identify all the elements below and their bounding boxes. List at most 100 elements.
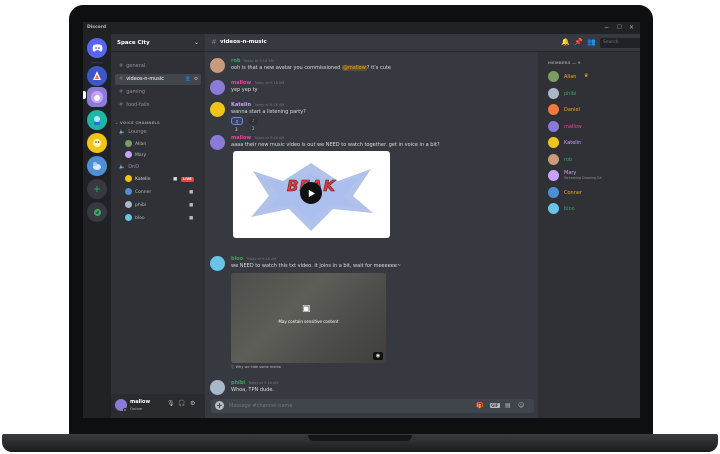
voice-member[interactable]: phibi ■ (125, 201, 203, 210)
server-icon-blue[interactable] (87, 156, 107, 176)
why-hidden-label: Why we hide some media (235, 365, 281, 369)
pin-icon[interactable]: 📌 (574, 38, 583, 47)
chevron-down-icon[interactable]: ⌄ (194, 39, 199, 46)
channel-food-fails[interactable]: # food-fails (115, 100, 201, 111)
members-header: MEMBERS — 9 (548, 60, 581, 65)
member-name: Katelin (564, 140, 582, 146)
channel-label: Lounge (128, 129, 147, 135)
avatar[interactable] (210, 135, 225, 150)
maximize-icon[interactable]: □ (617, 24, 622, 31)
add-server-icon[interactable]: + (87, 179, 107, 199)
gif-icon[interactable]: GIF (490, 403, 500, 408)
add-attachment-icon[interactable]: + (215, 401, 224, 410)
user-status: Online (130, 406, 143, 411)
member-item[interactable]: Mary Streaming Drawing Tut (548, 169, 638, 183)
member-item[interactable]: rob (548, 153, 638, 167)
channel-label: DnD (128, 164, 140, 170)
avatar[interactable] (210, 256, 225, 271)
voice-channel-lounge[interactable]: 🔈 Lounge (115, 127, 201, 138)
message-text-part: ooh is that a new avatar you commissione… (231, 65, 342, 71)
voice-member[interactable]: bloo ■ (125, 214, 203, 223)
rail-separator (91, 62, 103, 63)
video-camera-icon: ■ (189, 203, 194, 208)
server-icon-teal[interactable] (87, 110, 107, 130)
author-name: mallow (231, 135, 252, 141)
voice-member[interactable]: Conner ■ (125, 188, 203, 197)
avatar (548, 137, 559, 148)
member-item[interactable]: phibi (548, 87, 638, 101)
minimize-icon[interactable]: − (604, 24, 609, 31)
voice-member-name: Mary (135, 153, 147, 158)
avatar (548, 120, 559, 132)
avatar[interactable] (210, 102, 225, 117)
voice-member[interactable]: Katelin ■ LIVE (125, 175, 203, 184)
gear-icon[interactable]: ⚙ (194, 74, 198, 85)
channel-label: food-fails (126, 102, 150, 108)
speaker-icon: 🔈 (119, 129, 126, 135)
discord-home-icon[interactable] (87, 38, 107, 58)
member-name: Allan (564, 74, 577, 80)
member-item[interactable]: Daniel (548, 103, 638, 117)
message-composer[interactable]: + Message #channel-name 🎁 GIF ▤ ☺ (211, 399, 534, 413)
server-header[interactable]: Space City ⌄ (111, 34, 205, 52)
message-author[interactable]: rob Today at 9:18 AM (231, 58, 274, 64)
hash-icon: # (211, 38, 217, 46)
server-icon-space-city[interactable] (87, 87, 107, 107)
channel-label: videos-n-music (126, 76, 165, 82)
title-bar: Discord − □ × (83, 22, 640, 34)
why-hidden-link[interactable]: ⓘ Why we hide some media (231, 365, 281, 370)
message-author[interactable]: phibi Today at 9:18 AM (231, 380, 278, 386)
message-timestamp: Today at 9:18 AM (243, 59, 274, 63)
reaction-button[interactable]: ♫ 3 (231, 117, 243, 132)
user-mention[interactable]: @mallow (341, 65, 367, 71)
message-author[interactable]: mallow Today at 9:18 AM (231, 80, 284, 86)
emoji-icon[interactable]: ☺ (518, 402, 524, 409)
reaction-count: 2 (252, 126, 255, 131)
user-name: mallow (130, 399, 151, 405)
message-author[interactable]: bloo Today at 9:18 AM (231, 256, 276, 262)
laptop-notch (308, 435, 412, 441)
avatar[interactable] (210, 80, 225, 95)
avatar[interactable] (210, 380, 225, 395)
member-item[interactable]: Conner (548, 186, 638, 200)
bell-icon[interactable]: 🔔 (561, 38, 570, 47)
voice-member[interactable]: Mary (125, 151, 146, 160)
reaction-button[interactable]: ♪ 2 (249, 117, 258, 131)
server-icon-sail[interactable] (87, 66, 107, 86)
laptop-frame: Discord − □ × + Space City ⌄ # general #… (0, 0, 720, 454)
message-author[interactable]: Katelin Today at 9:18 AM (231, 102, 284, 108)
voice-channel-dnd[interactable]: 🔈 DnD (115, 162, 201, 173)
gift-icon[interactable]: 🎁 (476, 402, 483, 409)
play-icon[interactable] (300, 182, 322, 204)
member-item[interactable]: Katelin (548, 136, 638, 150)
microphone-icon[interactable]: 🎙 (167, 400, 175, 407)
member-item[interactable]: bloo (548, 202, 638, 216)
invite-icon[interactable]: 👤 (185, 74, 191, 85)
message-timestamp: Today at 9:18 AM (254, 103, 285, 107)
sticker-icon[interactable]: ▤ (505, 402, 511, 409)
close-icon[interactable]: × (629, 24, 634, 31)
eye-icon[interactable]: ◉ (373, 352, 383, 360)
explore-servers-icon[interactable] (87, 202, 107, 222)
voice-category[interactable]: ⌄ VOICE CHANNELS (115, 120, 160, 125)
search-input[interactable]: Search ⌕ (600, 38, 640, 48)
member-list-icon[interactable]: 👥 (587, 38, 596, 47)
sensitive-media[interactable]: ▣ May contain sensitive content ◉ (231, 273, 386, 363)
member-item[interactable]: mallow (548, 120, 638, 134)
channel-gaming[interactable]: # gaming (115, 87, 201, 98)
hidden-image-icon: ▣ (302, 304, 311, 314)
message-text-part: ? it's cute (366, 65, 391, 71)
member-item[interactable]: Allan ♛ (548, 70, 638, 84)
headphones-icon[interactable]: 🎧 (178, 400, 185, 407)
hash-icon: # (119, 76, 124, 82)
server-icon-yellow[interactable] (87, 133, 107, 153)
voice-member[interactable]: Allan (125, 140, 146, 149)
channel-videos-n-music[interactable]: # videos-n-music 👤 ⚙ (115, 74, 201, 85)
message-author[interactable]: mallow Today at 9:18 AM (231, 135, 284, 141)
hash-icon: # (119, 102, 124, 108)
avatar[interactable] (210, 58, 225, 73)
hash-icon: # (119, 89, 124, 95)
video-embed[interactable]: BEAK (233, 151, 390, 238)
settings-gear-icon[interactable]: ⚙ (190, 400, 195, 407)
channel-general[interactable]: # general (115, 61, 201, 72)
